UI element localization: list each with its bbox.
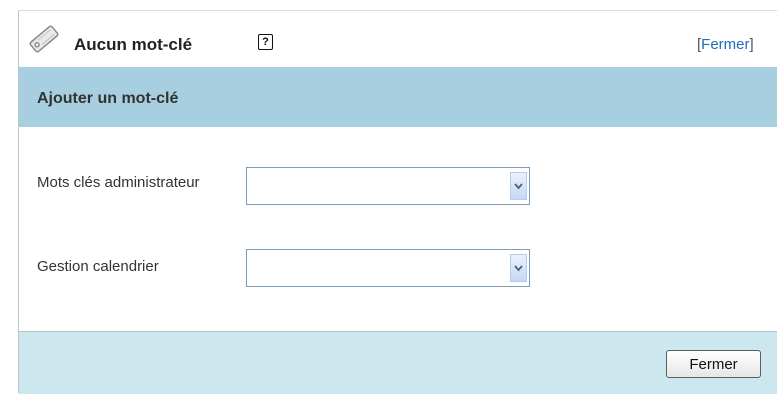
add-keyword-header: Ajouter un mot-clé [19, 67, 777, 127]
help-icon[interactable]: ? [258, 34, 273, 50]
panel-header: Aucun mot-clé ? [Fermer] [19, 11, 777, 67]
close-bracket-close: ] [749, 36, 754, 53]
tag-icon [27, 24, 61, 54]
panel-title: Aucun mot-clé [74, 35, 193, 54]
section-title: Ajouter un mot-clé [37, 90, 179, 107]
form-body: Mots clés administrateur Gestion calendr… [19, 127, 777, 331]
calendar-management-select[interactable] [246, 249, 530, 287]
close-link-wrapper: [Fermer] [697, 36, 754, 53]
calendar-management-label: Gestion calendrier [37, 258, 159, 275]
admin-keywords-label: Mots clés administrateur [37, 174, 200, 191]
keyword-panel: Aucun mot-clé ? [Fermer] Ajouter un mot-… [18, 10, 777, 394]
close-button[interactable]: Fermer [666, 350, 761, 378]
panel-footer: Fermer [19, 331, 777, 394]
chevron-down-icon[interactable] [510, 254, 527, 282]
close-link[interactable]: Fermer [701, 36, 749, 53]
admin-keywords-select[interactable] [246, 167, 530, 205]
chevron-down-icon[interactable] [510, 172, 527, 200]
